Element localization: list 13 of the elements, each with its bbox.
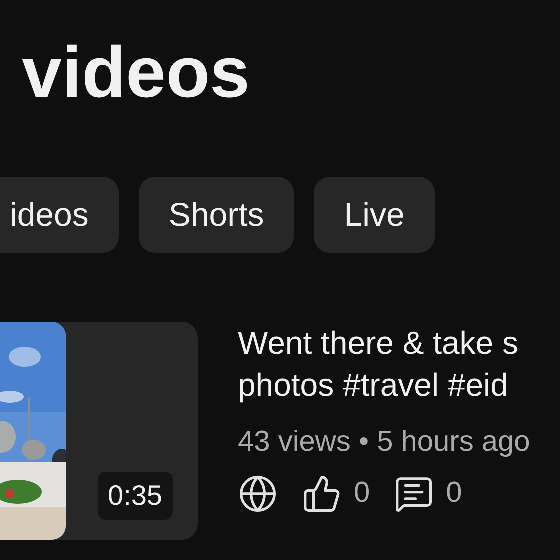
filter-chip[interactable]: Live: [314, 177, 435, 253]
filter-chip[interactable]: Shorts: [138, 177, 294, 253]
duration-badge: 0:35: [98, 472, 172, 520]
video-title[interactable]: Went there & take s: [238, 322, 530, 364]
video-meta: 43 views • 5 hours ago: [238, 425, 530, 460]
page-heading: videos: [22, 33, 250, 113]
video-title[interactable]: photos #travel #eid: [238, 364, 530, 406]
globe-icon: [238, 474, 278, 514]
filter-chip[interactable]: ideos: [0, 177, 119, 253]
like-count: 0: [354, 476, 370, 511]
comment-count: 0: [446, 476, 462, 511]
thumbnail-frame[interactable]: 0:35: [0, 322, 198, 540]
thumbs-up-icon[interactable]: [302, 474, 342, 514]
